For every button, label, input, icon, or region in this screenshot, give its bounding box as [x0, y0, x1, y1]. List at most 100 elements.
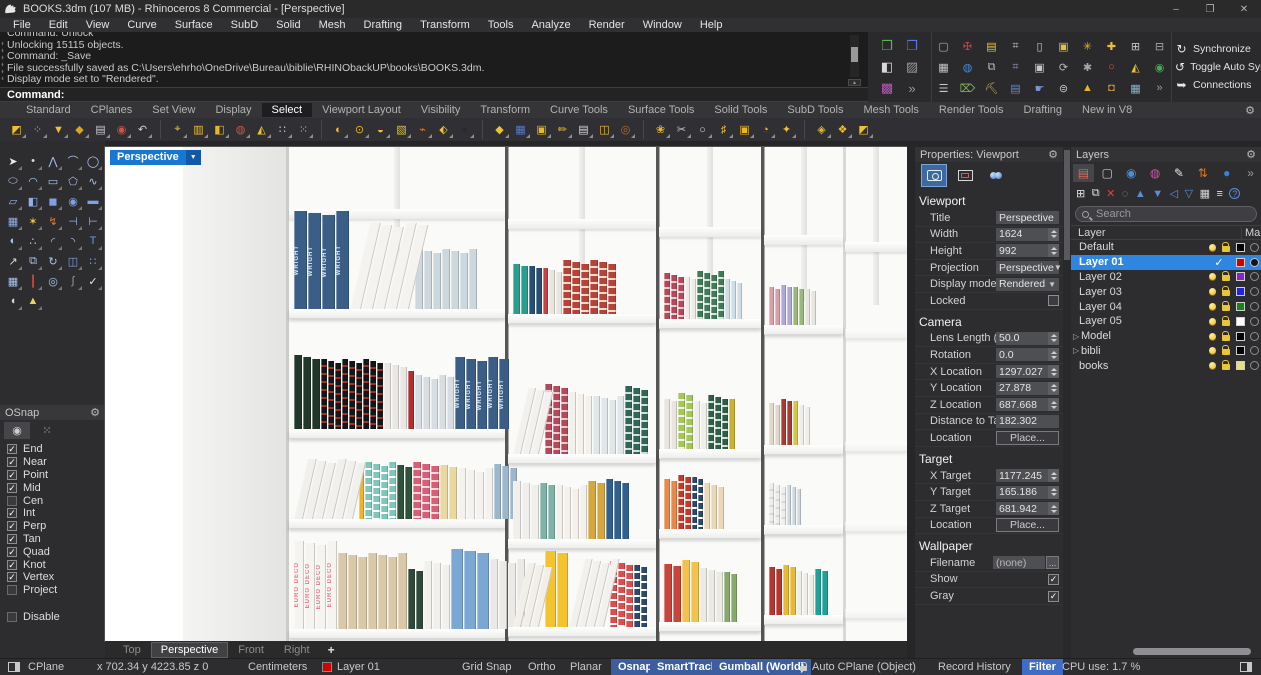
select-window-icon[interactable]: ▥ [188, 120, 209, 139]
warning-icon[interactable]: ▲ [1076, 78, 1099, 98]
select-chain-icon[interactable]: ⬖ [433, 120, 454, 139]
select-blocks-icon[interactable]: ◔ [755, 120, 776, 139]
spinner-buttons[interactable] [1048, 228, 1059, 241]
toolbar-tab-surface-tools[interactable]: Surface Tools [618, 103, 704, 117]
height-field[interactable]: 992 [996, 244, 1048, 257]
sphere-tool[interactable]: ◉ [63, 191, 83, 211]
osnap-int-checkbox[interactable]: ✓ [7, 508, 17, 518]
select-hatch-icon[interactable]: ▧ [391, 120, 412, 139]
select-all-icon[interactable]: ◩ [6, 120, 27, 139]
expand-arrow-icon[interactable]: ▷ [1073, 346, 1081, 355]
place-button[interactable]: Place... [996, 518, 1059, 532]
select-arrow-tool[interactable]: ➤ [3, 151, 23, 171]
spin-up-icon[interactable] [1051, 401, 1057, 404]
command-history[interactable]: Command: UnlockUnlocking 15115 objects.C… [0, 32, 868, 87]
toolbar-tab-display[interactable]: Display [205, 103, 261, 117]
osnap-tan-checkbox[interactable]: ✓ [7, 534, 17, 544]
layer-color-swatch[interactable] [1233, 272, 1247, 281]
grid-view-icon[interactable]: ▦ [1200, 187, 1210, 200]
y-location-field[interactable]: 27.878 [996, 382, 1048, 395]
layer-material-circle[interactable] [1247, 302, 1261, 311]
x-target-field[interactable]: 1177.245 [996, 469, 1048, 482]
properties-scrollbar[interactable] [1063, 147, 1071, 658]
y-target-field[interactable]: 165.186 [996, 486, 1048, 499]
blend-curve-tool[interactable]: ◝ [63, 231, 83, 251]
spin-down-icon[interactable] [1051, 373, 1057, 376]
surface-from-points-tool[interactable]: ▱ [3, 191, 23, 211]
menu-mesh[interactable]: Mesh [310, 19, 355, 31]
layer-visibility-bulb-icon[interactable] [1205, 318, 1219, 325]
more-icon[interactable]: » [1148, 78, 1171, 98]
command-prompt[interactable]: Command: [0, 87, 868, 102]
spinner-buttons[interactable] [1048, 244, 1059, 257]
menu-surface[interactable]: Surface [166, 19, 222, 31]
layer-material-circle[interactable] [1247, 361, 1261, 370]
select-connected-icon[interactable]: ⌁ [412, 120, 433, 139]
rotate-tool[interactable]: ↻ [43, 251, 63, 271]
osnap-mid-checkbox[interactable]: ✓ [7, 483, 17, 493]
layers-horizontal-scrollbar[interactable] [1133, 648, 1251, 655]
display-mode-dropdown[interactable]: Rendered▼ [996, 278, 1059, 291]
distance to targe-field[interactable]: 182.302 [996, 415, 1059, 428]
layer-lock-icon[interactable] [1219, 317, 1233, 326]
adjust-curve-tool[interactable]: ∫ [63, 271, 83, 291]
ortho-toggle[interactable]: Ortho [528, 659, 556, 675]
shaded-cube-icon[interactable]: ❒ [875, 36, 899, 56]
layer-lock-icon[interactable] [1219, 272, 1233, 281]
spin-down-icon[interactable] [1051, 406, 1057, 409]
osnap-point[interactable]: ✓Point [7, 469, 105, 482]
script-editor-icon[interactable]: ⌗ [1004, 36, 1027, 56]
single-point-tool[interactable]: • [23, 151, 43, 171]
auto-cplane-button[interactable]: Auto CPlane (Object) [812, 659, 916, 675]
copy-tool[interactable]: ⧉ [23, 251, 43, 271]
perspective-viewport[interactable]: Perspective ▼ WRIGHTWRIGHTWRIGHTWRIGHTWR… [105, 147, 907, 641]
layer-color-swatch[interactable] [1233, 287, 1247, 296]
grid-snap-toggle[interactable]: Grid Snap [462, 659, 512, 675]
select-brush-icon[interactable]: ⌖ [167, 120, 188, 139]
rotation-field[interactable]: 0.0 [996, 348, 1048, 361]
save-layout-icon[interactable]: ⊟ [1148, 36, 1171, 56]
move-down-icon[interactable]: ▼ [1152, 188, 1163, 200]
sync-item-connections[interactable]: ➥Connections [1175, 78, 1260, 92]
notes-icon[interactable]: ▯ [1028, 36, 1051, 56]
select-volume-icon[interactable]: ◧ [209, 120, 230, 139]
render-flash-tool[interactable]: ↯ [43, 211, 63, 231]
select-small-icon[interactable]: ○ [692, 120, 713, 139]
viewport-tab-top[interactable]: Top [114, 643, 150, 657]
width-field[interactable]: 1624 [996, 228, 1048, 241]
spinner-buttons[interactable] [1048, 486, 1059, 499]
select-lights-icon[interactable]: ✦ [776, 120, 797, 139]
spin-up-icon[interactable] [1051, 472, 1057, 475]
title-field[interactable]: Perspective [996, 211, 1059, 224]
list-settings-icon[interactable]: ☰ [932, 78, 955, 98]
sync-item-synchronize[interactable]: ↻Synchronize [1175, 42, 1260, 56]
menu-transform[interactable]: Transform [411, 19, 479, 31]
select-pair-icon[interactable]: ⊙ [349, 120, 370, 139]
plugin-gear-icon[interactable]: ✱ [1076, 57, 1099, 77]
viewport-title-chip[interactable]: Perspective ▼ [110, 150, 201, 165]
move-up-icon[interactable]: ▲ [1135, 188, 1146, 200]
select-annotations-icon[interactable]: ◈ [811, 120, 832, 139]
layer-color-swatch[interactable] [1233, 302, 1247, 311]
osnap-project-checkbox[interactable] [7, 585, 17, 595]
gray-checkbox[interactable]: ✓ [1048, 591, 1059, 602]
freeform-curve-tool[interactable]: ∿ [83, 171, 103, 191]
layer-visibility-bulb-icon[interactable] [1205, 244, 1219, 251]
x-location-field[interactable]: 1297.027 [996, 365, 1048, 378]
layer-color-swatch[interactable] [1233, 317, 1247, 326]
list-menu-icon[interactable]: ≡ [1216, 188, 1222, 200]
menu-tools[interactable]: Tools [479, 19, 523, 31]
toolbar-tab-transform[interactable]: Transform [470, 103, 540, 117]
toolbar-tab-drafting[interactable]: Drafting [1014, 103, 1073, 117]
show-checkbox[interactable]: ✓ [1048, 574, 1059, 585]
osnap-quad-checkbox[interactable]: ✓ [7, 547, 17, 557]
cylinder-tool[interactable]: ◖ [3, 291, 23, 311]
keyboard-macro-icon[interactable]: ▤ [1004, 78, 1027, 98]
planar-toggle[interactable]: Planar [570, 659, 602, 675]
menu-analyze[interactable]: Analyze [522, 19, 579, 31]
command-scrollbar[interactable] [850, 35, 859, 77]
layer-material-circle[interactable] [1247, 272, 1261, 281]
browse-button[interactable]: ... [1046, 556, 1059, 569]
layer-material-circle[interactable] [1247, 258, 1261, 267]
loop-sync-icon[interactable]: ⟳ [1052, 57, 1075, 77]
